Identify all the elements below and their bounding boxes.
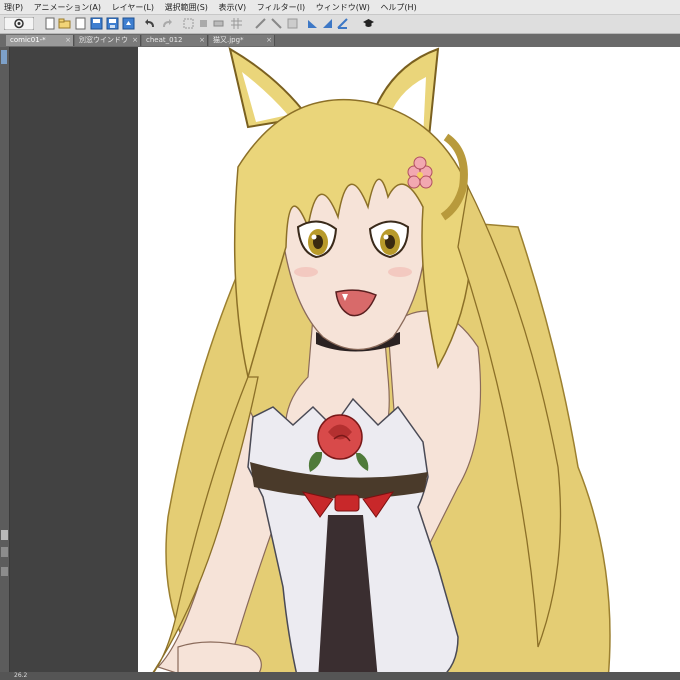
tab-label: 別窓ウインドウ: [79, 36, 128, 44]
tab-comic01[interactable]: comic01-* ×: [6, 35, 74, 46]
menu-item-view[interactable]: 表示(V): [214, 0, 250, 13]
close-icon[interactable]: ×: [266, 35, 272, 46]
close-icon[interactable]: ×: [132, 35, 138, 46]
transform-icon[interactable]: [182, 17, 195, 30]
tab-cheat[interactable]: cheat_012 ×: [142, 35, 208, 46]
open-folder-icon[interactable]: [58, 17, 71, 30]
ruler-snap-icon[interactable]: [321, 17, 334, 30]
new-file-icon[interactable]: [44, 17, 57, 30]
undo-icon[interactable]: [144, 17, 157, 30]
menu-item-filter[interactable]: フィルター(I): [253, 0, 309, 13]
grid-icon[interactable]: [230, 17, 243, 30]
app-logo-icon[interactable]: [4, 17, 34, 30]
tab-label: 猫又.jpg*: [213, 36, 244, 44]
brush-tool-icon[interactable]: [1, 530, 8, 540]
menu-item-animation[interactable]: アニメーション(A): [30, 0, 105, 13]
redo-icon[interactable]: [160, 17, 173, 30]
perspective-icon[interactable]: [306, 17, 319, 30]
blank-page-icon[interactable]: [74, 17, 87, 30]
workspace-background: [10, 47, 138, 680]
document-tab-bar: comic01-* × 別窓ウインドウ × cheat_012 × 猫又.jpg* ×: [0, 34, 680, 47]
close-icon[interactable]: ×: [65, 35, 71, 46]
save-icon[interactable]: [90, 17, 103, 30]
tool-button[interactable]: [1, 567, 8, 576]
drawing-canvas[interactable]: [138, 47, 680, 680]
menu-item-selection[interactable]: 選択範囲(S): [161, 0, 212, 13]
export-icon[interactable]: [122, 17, 135, 30]
tool-handle[interactable]: [1, 50, 7, 64]
menu-item-layer[interactable]: レイヤー(L): [108, 0, 158, 13]
tool-button[interactable]: [1, 547, 8, 557]
ruler-icon[interactable]: [254, 17, 267, 30]
command-bar: [0, 15, 680, 34]
tab-label: comic01-*: [10, 36, 46, 44]
save-as-icon[interactable]: [106, 17, 119, 30]
mirror-icon[interactable]: [286, 17, 299, 30]
zoom-readout: 26.2: [14, 672, 28, 679]
tab-nekomata[interactable]: 猫又.jpg* ×: [209, 35, 275, 46]
flip-icon[interactable]: [212, 17, 225, 30]
tab-window[interactable]: 別窓ウインドウ ×: [75, 35, 141, 46]
menu-item-process[interactable]: 理(P): [0, 0, 27, 13]
settings-icon[interactable]: [362, 17, 375, 30]
menu-bar: 理(P) アニメーション(A) レイヤー(L) 選択範囲(S) 表示(V) フィ…: [0, 0, 680, 15]
menu-item-window[interactable]: ウィンドウ(W): [312, 0, 374, 13]
left-tool-strip: [0, 47, 10, 680]
status-bar: 26.2: [0, 672, 680, 680]
tab-label: cheat_012: [146, 36, 183, 44]
close-icon[interactable]: ×: [199, 35, 205, 46]
rotate-icon[interactable]: [197, 17, 210, 30]
special-ruler-icon[interactable]: [336, 17, 349, 30]
menu-item-help[interactable]: ヘルプ(H): [376, 0, 420, 13]
fox-girl-illustration: [147, 47, 611, 680]
snap-icon[interactable]: [270, 17, 283, 30]
